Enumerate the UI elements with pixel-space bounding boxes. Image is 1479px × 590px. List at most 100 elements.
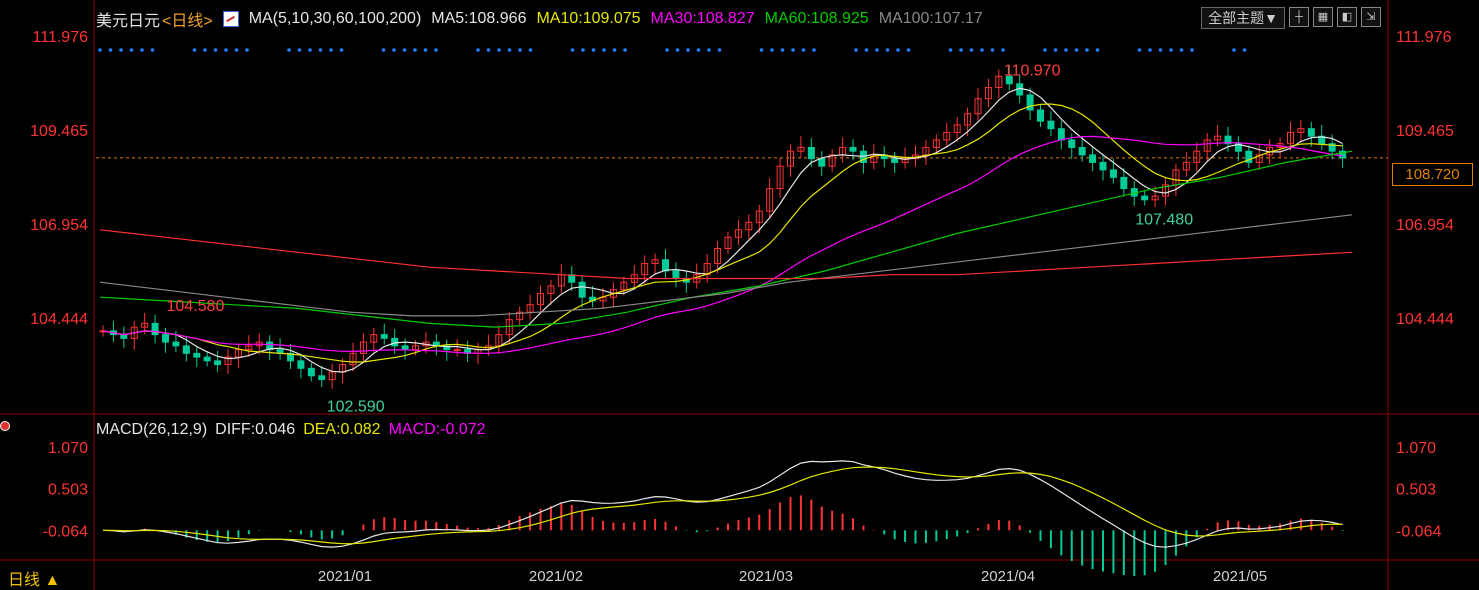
macd-params[interactable]: MACD(26,12,9)	[96, 421, 207, 439]
candle-body	[318, 375, 326, 381]
time-label: 2021/03	[739, 568, 793, 585]
candle-body	[214, 360, 222, 366]
signal-dot	[570, 48, 575, 52]
signal-dot	[1179, 48, 1184, 52]
signal-dot	[476, 48, 480, 52]
signal-dot	[906, 48, 911, 52]
signal-dot	[486, 48, 491, 52]
candle-body	[818, 158, 826, 167]
ma-indicator-icon[interactable]	[222, 11, 239, 27]
signal-dot	[1158, 48, 1163, 52]
signal-dot	[98, 48, 102, 52]
macd-dea: DEA:0.082	[303, 421, 381, 438]
signal-dot	[329, 48, 333, 52]
candle-body	[401, 345, 409, 351]
signal-dot	[150, 48, 155, 52]
layout-icon[interactable]: ◧	[1337, 7, 1357, 27]
signal-dot	[875, 48, 879, 52]
period-toggle-button[interactable]: 日线 ▲	[8, 566, 60, 590]
signal-dot	[392, 48, 396, 52]
ma100-value: MA100:107.17	[878, 10, 983, 27]
signal-dot	[507, 48, 512, 52]
signal-dot	[717, 48, 722, 52]
signal-dot	[1085, 48, 1089, 52]
candle-body	[849, 146, 857, 152]
ma-params[interactable]: MA(5,10,30,60,100,200)	[249, 10, 422, 28]
signal-dot	[675, 48, 680, 52]
macd-diff-line	[102, 460, 1343, 548]
candle-body	[672, 270, 680, 279]
signal-dot	[948, 48, 953, 52]
signal-dot	[339, 48, 344, 52]
signal-dot	[1190, 48, 1194, 52]
candle-body	[1037, 109, 1044, 122]
signal-dot	[213, 48, 218, 52]
signal-dot	[885, 48, 890, 52]
candle-body	[193, 352, 201, 358]
price-label-right: 109.465	[1396, 123, 1454, 140]
candle-body	[172, 341, 180, 347]
macd-label-right: 1.070	[1396, 440, 1436, 457]
signal-dot	[245, 48, 249, 52]
macd-diff: DIFF:0.046	[215, 421, 296, 438]
candle-body	[391, 337, 399, 347]
macd-label-left: 0.503	[48, 482, 88, 499]
candle-body	[1047, 120, 1055, 130]
candle-body	[182, 345, 190, 354]
candle-body	[151, 322, 159, 336]
ma30-value: MA30:108.827	[650, 10, 755, 27]
signal-dot	[1148, 48, 1152, 52]
macd-label-left: -0.064	[43, 523, 88, 540]
signal-dot	[591, 48, 596, 52]
candle-body	[1109, 169, 1117, 178]
signal-dot	[528, 48, 533, 52]
signal-dot	[297, 48, 302, 52]
candle-body	[1120, 176, 1128, 190]
signal-dot	[381, 48, 386, 52]
signal-dot	[665, 48, 669, 52]
signal-dot	[707, 48, 711, 52]
grid-icon[interactable]: ▦	[1313, 7, 1333, 27]
ma10-value: MA10:109.075	[536, 10, 641, 27]
candle-body	[1078, 146, 1086, 156]
signal-dot	[581, 48, 585, 52]
signal-dot	[434, 48, 438, 52]
theme-dropdown[interactable]: 全部主题▼	[1201, 7, 1285, 29]
ma100-line	[99, 214, 1353, 317]
period-selector[interactable]: <日线>	[162, 7, 213, 31]
candle-body	[307, 367, 315, 377]
price-label-right: 104.444	[1396, 311, 1454, 328]
price-chart[interactable]: 111.976 111.976 109.465 109.465 106.954 106.9…	[0, 0, 1479, 590]
signal-dot	[1137, 48, 1142, 52]
candle-body	[1307, 128, 1315, 137]
signal-dot	[791, 48, 795, 52]
signal-dot	[1095, 48, 1100, 52]
signal-dot	[413, 48, 417, 52]
signal-dot	[402, 48, 407, 52]
cross-icon[interactable]: ┼	[1289, 7, 1309, 27]
fullscreen-icon[interactable]: ⇲	[1361, 7, 1381, 27]
signal-dot	[980, 48, 984, 52]
signal-dot	[108, 48, 113, 52]
signal-dot	[623, 48, 627, 52]
signal-dot	[864, 48, 869, 52]
time-label: 2021/04	[981, 568, 1035, 585]
signal-dot	[192, 48, 197, 52]
price-label-left: 111.976	[33, 29, 89, 46]
signal-dot	[686, 48, 690, 52]
indicator-marker-icon[interactable]	[0, 421, 10, 431]
signal-dot	[1001, 48, 1005, 52]
candle-body	[297, 360, 305, 369]
candle-body	[891, 158, 899, 163]
signal-dot	[287, 48, 291, 52]
signal-dot	[1053, 48, 1058, 52]
signal-dot	[1169, 48, 1173, 52]
signal-dot	[140, 48, 144, 52]
candle-body	[1099, 161, 1107, 171]
signal-dot	[224, 48, 228, 52]
ma60-value: MA60:108.925	[764, 10, 869, 27]
price-label-right: 111.976	[1396, 29, 1452, 46]
signal-dot	[696, 48, 701, 52]
candle-body	[203, 356, 211, 362]
time-label: 2021/02	[529, 568, 583, 585]
